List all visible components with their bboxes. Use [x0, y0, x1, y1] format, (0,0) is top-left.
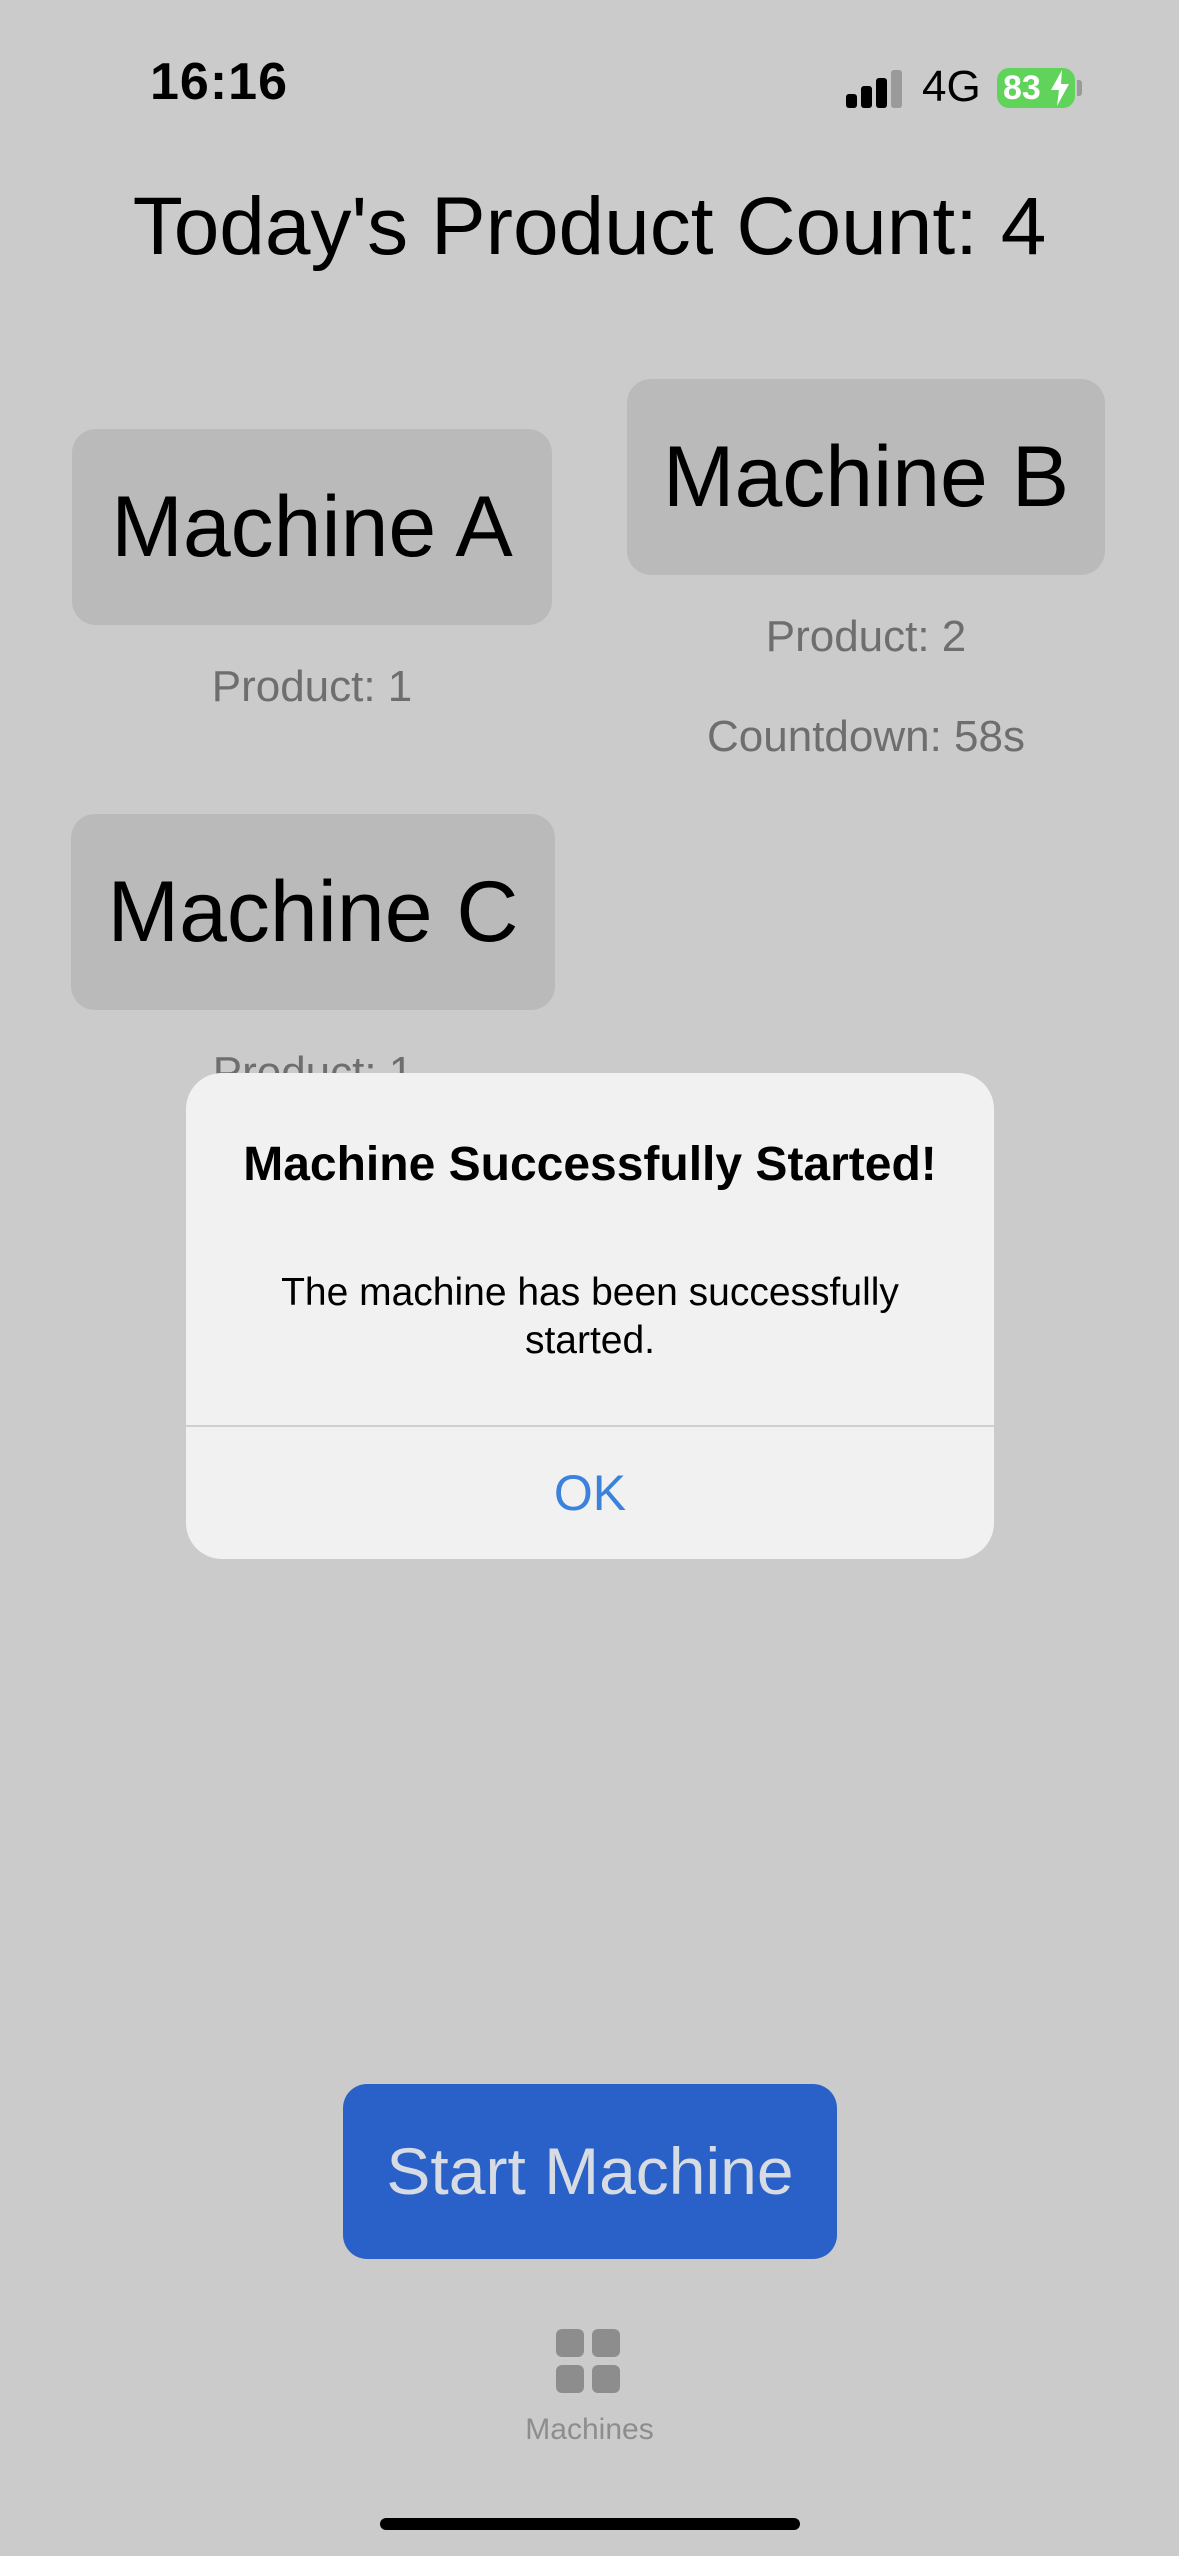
tab-machines[interactable]: Machines — [0, 2413, 1179, 2447]
machine-b-product: Product: 2 — [765, 612, 967, 661]
machine-c-button[interactable]: Machine C — [71, 814, 555, 1010]
machine-a-product: Product: 1 — [211, 662, 413, 711]
page-title: Today's Product Count: 4 — [132, 181, 1047, 272]
machine-b-button[interactable]: Machine B — [627, 379, 1105, 575]
battery-level: 83 — [1003, 69, 1041, 107]
machine-a-name: Machine A — [111, 479, 513, 575]
dialog-title: Machine Successfully Started! — [243, 1138, 937, 1191]
dialog-ok-button[interactable]: OK — [186, 1427, 994, 1559]
status-time: 16:16 — [150, 53, 288, 111]
network-type: 4G — [922, 62, 981, 111]
home-indicator — [380, 2518, 800, 2530]
machine-a-button[interactable]: Machine A — [72, 429, 552, 625]
alert-dialog: Machine Successfully Started! The machin… — [186, 1073, 994, 1559]
start-machine-button[interactable]: Start Machine — [343, 2084, 837, 2259]
battery-cap — [1077, 80, 1082, 96]
grid-icon[interactable] — [556, 2329, 620, 2393]
dialog-message: The machine has been successfully starte… — [281, 1271, 899, 1362]
machine-b-name: Machine B — [662, 429, 1070, 525]
machine-b-countdown: Countdown: 58s — [707, 712, 1025, 761]
charging-bolt-icon — [1051, 70, 1069, 106]
signal-icon — [846, 70, 904, 108]
machine-c-name: Machine C — [107, 864, 519, 960]
